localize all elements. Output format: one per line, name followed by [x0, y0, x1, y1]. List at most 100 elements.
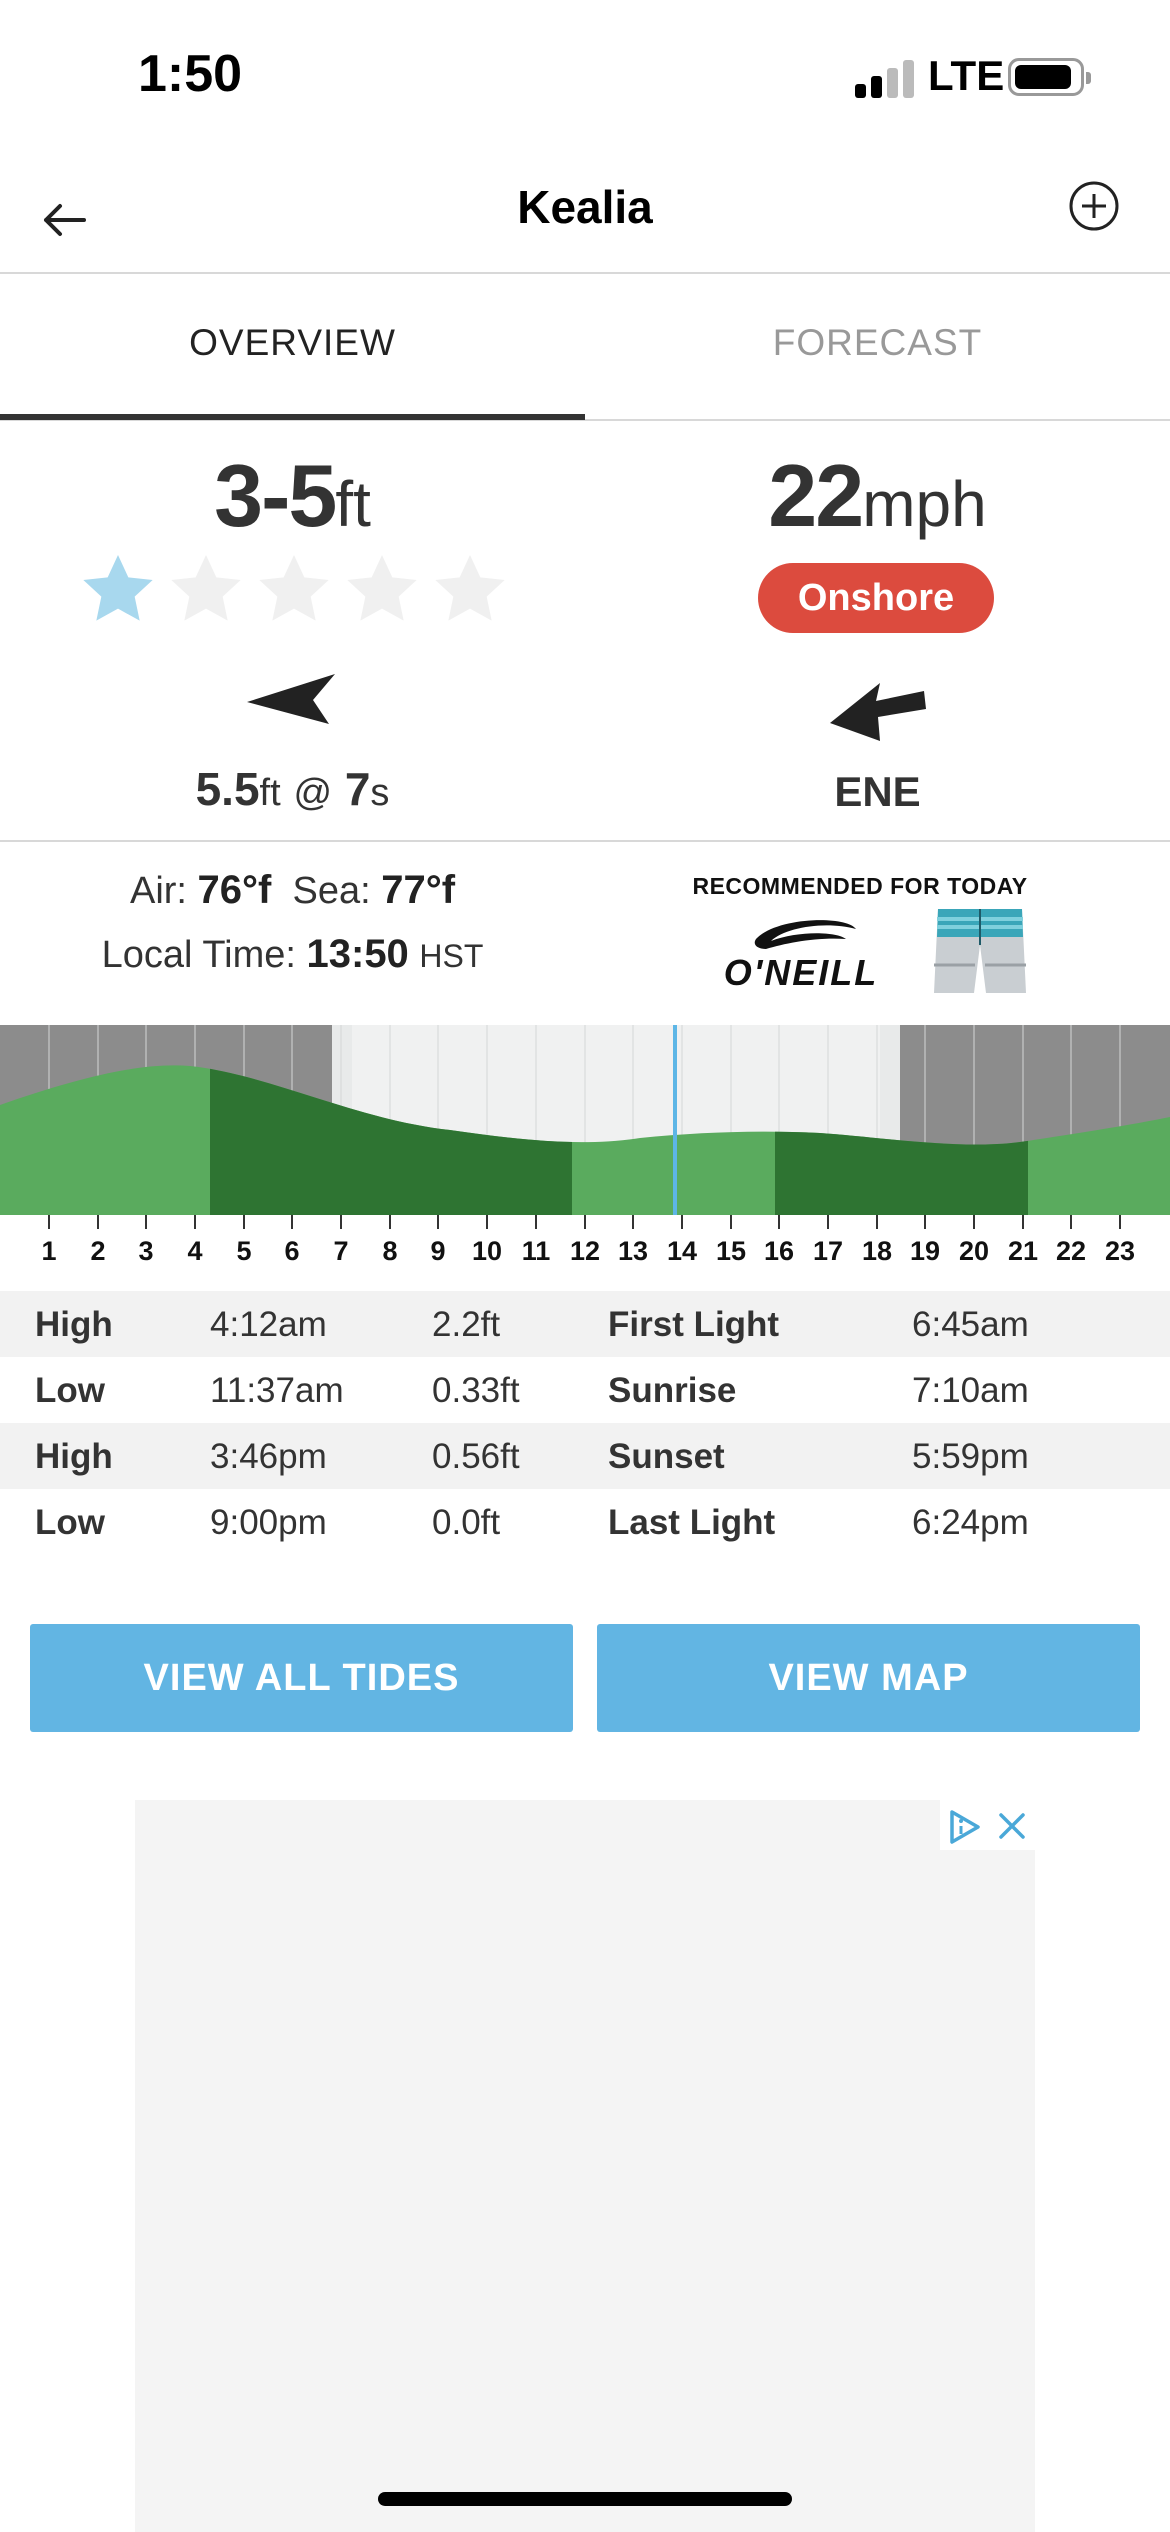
sea-temp: 77°f [381, 868, 456, 912]
hour-label: 22 [1055, 1236, 1087, 1266]
hour-label: 23 [1104, 1236, 1136, 1266]
tide-chart-hour-axis: 1 2 3 4 5 6 7 8 9 10 11 12 13 14 15 16 1… [0, 1236, 1170, 1276]
swell-at: @ [293, 772, 333, 814]
wind-condition-badge: Onshore [758, 563, 994, 633]
tide-type: High [35, 1437, 113, 1476]
hour-label: 10 [471, 1236, 503, 1266]
active-tab-indicator [0, 414, 585, 420]
ad-banner[interactable] [135, 1800, 1035, 2532]
hour-label: 19 [909, 1236, 941, 1266]
wind-speed: 22mph [585, 445, 1170, 547]
hour-label: 16 [763, 1236, 795, 1266]
sun-event-time: 5:59pm [912, 1437, 1029, 1476]
wave-height-unit: ft [335, 468, 371, 540]
hour-label: 9 [430, 1236, 446, 1266]
boardshorts-product-image[interactable] [930, 905, 1030, 1000]
page-title: Kealia [517, 181, 653, 233]
tide-time: 3:46pm [210, 1437, 327, 1476]
swell-unit: ft [259, 772, 281, 814]
nav-divider [0, 272, 1170, 274]
hour-label: 20 [958, 1236, 990, 1266]
recommended-label: RECOMMENDED FOR TODAY [692, 873, 1028, 899]
tide-time: 9:00pm [210, 1503, 327, 1542]
wind-direction: ENE [834, 768, 921, 815]
wind-speed-unit: mph [862, 468, 987, 540]
sun-event-label: First Light [608, 1305, 780, 1344]
hour-label: 6 [284, 1236, 300, 1266]
star-empty-icon [254, 550, 334, 630]
svg-text:O'NEILL: O'NEILL [724, 952, 879, 990]
tide-row: Low 11:37am 0.33ft Sunrise 7:10am [0, 1357, 1170, 1423]
oneill-logo[interactable]: O'NEILL [696, 915, 906, 990]
hour-label: 13 [617, 1236, 649, 1266]
star-empty-icon [166, 550, 246, 630]
hour-label: 1 [41, 1236, 57, 1266]
tide-type: High [35, 1305, 113, 1344]
swell-period-unit: s [370, 772, 390, 814]
tide-type: Low [35, 1503, 105, 1542]
add-favorite-icon[interactable] [1068, 180, 1120, 232]
hour-label: 3 [138, 1236, 154, 1266]
wave-height: 3-5ft [0, 445, 585, 547]
surf-rating [78, 550, 518, 630]
hour-label: 2 [90, 1236, 106, 1266]
swell-period: 7 [344, 763, 371, 815]
sun-event-label: Sunset [608, 1437, 725, 1476]
local-time-value: 13:50 [306, 932, 409, 976]
wave-height-value: 3-5 [214, 446, 337, 545]
hour-label: 8 [382, 1236, 398, 1266]
close-icon[interactable] [996, 1810, 1028, 1842]
status-time: 1:50 [138, 45, 243, 103]
air-sea-temps: Air: 76°f Sea: 77°f [0, 868, 585, 913]
view-map-button[interactable]: VIEW MAP [597, 1624, 1140, 1732]
network-type: LTE [928, 52, 1005, 99]
hour-label: 11 [521, 1236, 551, 1266]
star-empty-icon [430, 550, 510, 630]
tide-type: Low [35, 1371, 105, 1410]
tide-height: 0.56ft [432, 1437, 520, 1476]
current-time-marker [673, 1025, 677, 1215]
hour-label: 14 [666, 1236, 698, 1266]
hour-label: 5 [236, 1236, 252, 1266]
air-temp: 76°f [197, 868, 272, 912]
tide-row: High 3:46pm 0.56ft Sunset 5:59pm [0, 1423, 1170, 1489]
hour-label: 7 [333, 1236, 349, 1266]
hour-label: 12 [569, 1236, 601, 1266]
hour-label: 18 [861, 1236, 893, 1266]
local-time-label: Local Time: [101, 934, 296, 976]
hour-label: 4 [187, 1236, 203, 1266]
swell-direction-arrow-icon [247, 674, 335, 724]
sea-label: Sea: [292, 870, 371, 912]
tide-row: Low 9:00pm 0.0ft Last Light 6:24pm [0, 1489, 1170, 1555]
wind-speed-value: 22 [768, 446, 864, 545]
tide-height: 0.33ft [432, 1371, 520, 1410]
tide-height: 2.2ft [432, 1305, 501, 1344]
tide-height: 0.0ft [432, 1503, 501, 1542]
tide-time: 11:37am [210, 1371, 344, 1410]
swell-summary: 5.5ft @ 7s [0, 762, 585, 816]
star-empty-icon [342, 550, 422, 630]
air-label: Air: [129, 870, 187, 912]
hour-label: 21 [1007, 1236, 1039, 1266]
timezone: HST [419, 938, 484, 974]
home-indicator[interactable] [378, 2492, 792, 2506]
sun-event-label: Last Light [608, 1503, 776, 1542]
tab-overview[interactable]: OVERVIEW [0, 322, 585, 364]
tide-chart[interactable] [0, 1025, 1170, 1215]
sun-event-time: 7:10am [912, 1371, 1029, 1410]
summary-divider [0, 840, 1170, 842]
view-all-tides-button[interactable]: VIEW ALL TIDES [30, 1624, 573, 1732]
swell-height: 5.5 [195, 763, 260, 815]
hour-label: 17 [812, 1236, 844, 1266]
sun-event-label: Sunrise [608, 1371, 737, 1410]
hour-label: 15 [715, 1236, 747, 1266]
signal-icon [855, 58, 915, 98]
tide-time: 4:12am [210, 1305, 327, 1344]
tide-row: High 4:12am 2.2ft First Light 6:45am [0, 1291, 1170, 1357]
wind-direction-arrow-icon [830, 683, 926, 741]
star-icon [78, 550, 158, 630]
local-time: Local Time: 13:50 HST [0, 932, 585, 977]
ad-choices[interactable] [940, 1800, 1035, 1850]
tab-forecast[interactable]: FORECAST [585, 322, 1170, 364]
adchoices-icon[interactable] [946, 1808, 984, 1846]
